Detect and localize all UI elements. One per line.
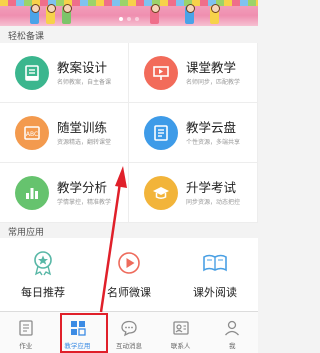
section-title-easy-prep: 轻松备课 <box>8 32 45 42</box>
chat-icon <box>119 318 139 338</box>
card-subtitle: 同步资源，动态把控 <box>186 199 241 206</box>
tab-label: 联系人 <box>170 342 191 350</box>
bottom-tab-bar: 作业 教学应用 互动消息 联系人 我 <box>0 311 258 353</box>
promo-banner[interactable] <box>0 0 258 26</box>
card-title: 教学分析 <box>57 180 108 195</box>
card-title: 课堂教学 <box>186 60 237 75</box>
teaching-app-screen: 轻松备课 教案设计 名师教案，自主备课 课堂教学 名师同步，匹配教学 ABC 随… <box>0 0 258 353</box>
book-icon <box>15 56 49 90</box>
bar-chart-icon <box>15 176 49 210</box>
app-daily-recommend[interactable]: 每日推荐 <box>0 238 86 311</box>
badge-icon <box>27 247 59 279</box>
carousel-dot[interactable] <box>119 17 123 21</box>
card-subtitle: 名师教案，自主备课 <box>57 79 112 86</box>
app-label: 每日推荐 <box>21 286 65 299</box>
card-teaching-analysis[interactable]: 教学分析 学情掌控，精准教学 <box>0 163 129 223</box>
carousel-dot[interactable] <box>127 17 131 21</box>
app-famous-teacher-micro-class[interactable]: 名师微课 <box>86 238 172 311</box>
cloud-disk-icon <box>144 116 178 150</box>
app-label: 课外阅读 <box>193 286 237 299</box>
carousel-dots[interactable] <box>0 17 258 23</box>
tab-label: 互动消息 <box>115 342 142 350</box>
card-in-class-training[interactable]: ABC 随堂训练 资源精选，翻转课堂 <box>0 103 129 163</box>
card-cloud-disk[interactable]: 教学云盘 个性资源，多端共享 <box>129 103 258 163</box>
card-subtitle: 资源精选，翻转课堂 <box>57 139 112 146</box>
carousel-dot[interactable] <box>135 17 139 21</box>
card-subtitle: 名师同步，匹配教学 <box>186 79 241 86</box>
tab-homework[interactable]: 作业 <box>0 312 52 353</box>
card-title: 教学云盘 <box>186 120 237 135</box>
card-lesson-plan[interactable]: 教案设计 名师教案，自主备课 <box>0 43 129 103</box>
card-title: 随堂训练 <box>57 120 108 135</box>
card-title: 教案设计 <box>57 60 108 75</box>
app-label: 名师微课 <box>107 286 151 299</box>
section-title-common-apps: 常用应用 <box>8 228 45 238</box>
annotation-highlight-box <box>60 313 108 353</box>
feature-grid: 教案设计 名师教案，自主备课 课堂教学 名师同步，匹配教学 ABC 随堂训练 资… <box>0 43 258 223</box>
card-subtitle: 个性资源，多端共享 <box>186 139 241 146</box>
tab-messages[interactable]: 互动消息 <box>103 312 155 353</box>
open-book-icon <box>199 247 231 279</box>
user-icon <box>222 318 242 338</box>
common-apps-row: 每日推荐 名师微课 课外阅读 <box>0 238 258 311</box>
tab-contacts[interactable]: 联系人 <box>155 312 207 353</box>
abc-icon: ABC <box>15 116 49 150</box>
play-icon <box>113 247 145 279</box>
card-title: 升学考试 <box>186 180 237 195</box>
card-entrance-exam[interactable]: 升学考试 同步资源，动态把控 <box>129 163 258 223</box>
presentation-icon <box>144 56 178 90</box>
svg-text:ABC: ABC <box>26 131 38 138</box>
graduation-cap-icon <box>144 176 178 210</box>
card-subtitle: 学情掌控，精准教学 <box>57 199 112 206</box>
card-classroom-teaching[interactable]: 课堂教学 名师同步，匹配教学 <box>129 43 258 103</box>
tab-me[interactable]: 我 <box>206 312 258 353</box>
tab-label: 我 <box>228 342 236 350</box>
tab-label: 作业 <box>19 342 33 350</box>
contacts-icon <box>171 318 191 338</box>
homework-icon <box>16 318 36 338</box>
app-extracurricular-reading[interactable]: 课外阅读 <box>172 238 258 311</box>
